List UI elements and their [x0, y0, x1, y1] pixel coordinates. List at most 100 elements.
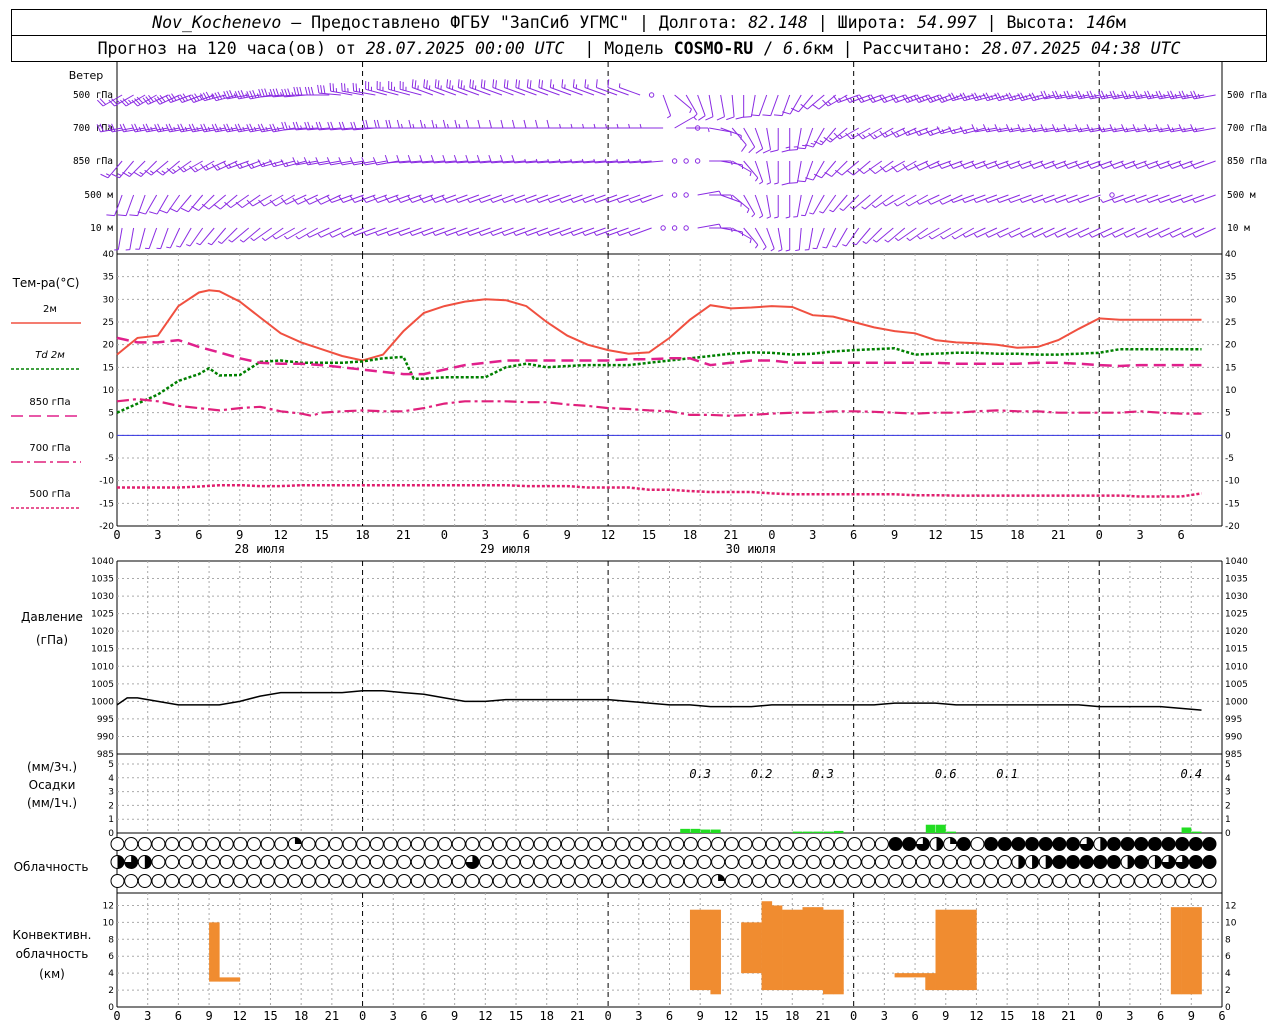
cloud-cell [1161, 837, 1176, 851]
wind-barb [191, 194, 215, 211]
precip-bar [946, 831, 956, 833]
conv-panel-title-2: облачность [16, 947, 89, 961]
wind-barb-half-feather [997, 233, 1001, 238]
wind-barb-staff [241, 194, 261, 209]
wind-barb-feather [111, 173, 120, 179]
conv-bar [741, 922, 752, 974]
cloud-circle [888, 874, 903, 888]
wind-barb-feather [472, 80, 474, 89]
cloud-cell [451, 855, 466, 869]
cloud-cell [287, 837, 302, 851]
x-tick-label-bottom: 18 [294, 1009, 308, 1023]
wind-barb-half-feather [628, 123, 631, 129]
cloud-cell [1147, 855, 1162, 869]
wind-barb-half-feather [829, 137, 834, 141]
cloud-circle [670, 874, 685, 888]
cloud-cell [711, 837, 726, 851]
conv-bar [833, 909, 844, 995]
wind-barb-half-feather [951, 235, 956, 240]
cloud-circle [560, 837, 575, 851]
cloud-cell [178, 874, 193, 888]
precip-bar [813, 831, 823, 833]
cloud-circle [233, 874, 248, 888]
wind-calm [694, 158, 701, 164]
cloud-circle [137, 874, 152, 888]
cloud-circle [520, 837, 534, 851]
wind-barb-half-feather [839, 134, 843, 138]
cloud-cell [670, 837, 685, 851]
wind-barb-staff [148, 227, 158, 249]
cloud-circle [629, 874, 644, 888]
wind-barb-half-feather [421, 231, 425, 236]
x-tick-label-bottom: 9 [451, 1009, 458, 1023]
wind-barb-half-feather [616, 123, 619, 129]
wind-barb-staff [720, 94, 725, 117]
wind-barb-half-feather [822, 246, 827, 249]
wind-barb-half-feather [128, 99, 132, 104]
cloud-circle [588, 837, 603, 851]
cloud-circle [397, 837, 412, 851]
cloud-circle [383, 837, 398, 851]
wind-barb [927, 194, 952, 205]
pressure-tick-left: 1040 [91, 557, 114, 567]
cloud-fill-half [936, 837, 944, 851]
wind-barb-half-feather [1123, 198, 1127, 203]
wind-barb-half-feather [1192, 233, 1197, 238]
cloud-cell [574, 837, 589, 851]
wind-barb-staff [619, 87, 641, 96]
cloud-circle [888, 855, 903, 869]
cloud-cell [506, 837, 521, 851]
wind-barb-half-feather [940, 235, 944, 240]
pressure-tick-left: 1025 [91, 610, 114, 620]
wind-calm [1109, 192, 1115, 198]
wind-barb-feather [129, 214, 138, 217]
wind-barb-staff [584, 87, 606, 96]
wind-barb-staff [194, 160, 215, 173]
cloud-cell [929, 855, 944, 869]
wind-barb-staff [217, 160, 238, 171]
wind-barb-staff [798, 227, 802, 250]
cloud-fill-half [1018, 855, 1025, 869]
cloud-circle [1052, 874, 1067, 888]
cloud-circle [219, 837, 234, 851]
cloud-fill-quarter [950, 837, 957, 844]
cloud-cell [847, 874, 862, 888]
cloud-fill-half [117, 855, 124, 869]
wind-barb-feather [414, 80, 417, 89]
cloud-circle [629, 855, 644, 869]
wind-barb-feather [743, 116, 752, 118]
temp-tick-right: 10 [1225, 386, 1237, 396]
wind-barb [782, 94, 802, 115]
wind-barb-half-feather [501, 231, 505, 236]
wind-barb-half-feather [478, 198, 482, 203]
wind-barb [1042, 194, 1067, 203]
cloud-cell [833, 837, 848, 851]
cloud-cell [970, 855, 985, 869]
wind-barb-feather [584, 79, 587, 88]
wind-barb [605, 194, 629, 203]
wind-barb-half-feather [985, 233, 989, 238]
wind-barb [546, 119, 572, 129]
cloud-circle [287, 855, 302, 869]
wind-barb-feather [323, 85, 326, 94]
wind-barb-staff [481, 87, 503, 96]
wind-barb [1054, 227, 1078, 238]
cloud-circle [274, 874, 289, 888]
cloud-circle [424, 874, 439, 888]
wind-barb-staff [770, 94, 779, 116]
wind-barb-feather [796, 147, 806, 150]
wind-barb-staff [777, 227, 783, 250]
wind-barb [709, 227, 733, 233]
wind-barb-staff [754, 160, 764, 182]
x-tick-label-bottom: 9 [697, 1009, 704, 1023]
cloud-circle [192, 837, 207, 851]
wind-barb [773, 94, 791, 117]
cloud-cell [1079, 874, 1094, 888]
wind-barb-half-feather [628, 231, 632, 236]
wind-level-label-right: 700 гПа [1227, 123, 1267, 134]
wind-barb-half-feather [906, 237, 911, 241]
cloud-cell [451, 874, 466, 888]
wind-barb-half-feather [973, 233, 978, 238]
wind-barb-half-feather [882, 202, 887, 207]
wind-barb [985, 194, 1009, 203]
